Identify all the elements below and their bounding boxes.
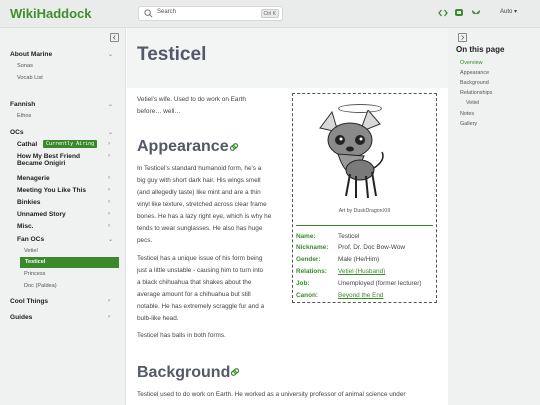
infobox-divider [296,225,433,226]
toc-item-appearance[interactable]: Appearance [460,70,489,76]
sidebar-item-vetiel[interactable]: Vetiel [24,248,38,254]
toc-item-background[interactable]: Background [460,80,489,86]
chevron-right-icon [461,35,465,40]
search-shortcut: Ctrl K [260,9,279,18]
search-icon [144,9,153,18]
chevron-down-icon[interactable]: ⌄ [108,236,113,243]
sidebar-item-ethos[interactable]: Ethos [17,113,31,119]
chevron-right-icon[interactable]: › [108,314,110,320]
sidebar-item-doc[interactable]: Doc (Paldea) [24,283,57,289]
sidebar-item-fannish[interactable]: Fannish [10,101,35,108]
infobox-value: Male (He/Him) [338,256,380,263]
sidebar-item-princess[interactable]: Princess [24,271,45,277]
toc-item-notes[interactable]: Notes [460,111,474,117]
form-paragraph: Testicel has a unique issue of his form … [137,255,265,322]
sidebar-item-best-friend[interactable]: How My Best Friend Became Onigiri [17,153,80,167]
sidebar-item-cool-things[interactable]: Cool Things [10,298,48,305]
top-bar: WikiHaddock Search Ctrl K Auto ▾ [0,0,540,28]
sidebar-item-fan-ocs[interactable]: Fan OCs [17,236,44,243]
sidebar-item-binkies[interactable]: Binkies [17,199,40,206]
search-placeholder: Search [157,9,177,15]
sidebar-item-meeting-you[interactable]: Meeting You Like This [17,187,86,194]
chevron-right-icon[interactable]: › [108,141,110,147]
chevron-right-icon[interactable]: › [108,153,110,159]
site-logo[interactable]: WikiHaddock [10,6,92,21]
code-icon[interactable] [438,8,448,18]
chevron-right-icon[interactable]: › [108,298,110,304]
chevron-right-icon[interactable]: › [108,211,110,217]
vetiel-link[interactable]: Vetiel (Husband) [338,268,385,275]
intro-paragraph: Vetiel’s wife. Used to do work on Earth b… [137,96,246,115]
infobox-key: Canon: [296,292,319,299]
chevron-left-icon [112,35,116,40]
toc-item-relationships[interactable]: Relationships [460,90,492,96]
toc-collapse-button[interactable] [458,33,467,42]
canon-link[interactable]: Beyond the End [338,292,383,299]
toc-item-vetiel[interactable]: Vetiel [466,100,479,106]
sidebar-item-vocab-list[interactable]: Vocab List [17,75,43,81]
sidebar-item-menagerie[interactable]: Menagerie [17,175,50,182]
sidebar-collapse-button[interactable] [110,33,119,42]
search-input[interactable]: Search Ctrl K [138,6,283,21]
bluesky-icon[interactable] [471,8,481,18]
status-badge: Currently Airing [43,140,98,148]
sidebar-item-cathal[interactable]: Cathal [17,141,37,148]
mastodon-icon[interactable] [454,8,464,18]
sidebar-item-guides[interactable]: Guides [10,314,32,321]
toc-item-overview[interactable]: Overview [460,60,482,66]
theme-toggle[interactable]: Auto ▾ [500,8,517,15]
appearance-paragraph: In Testicel’s standard humanoid form, he… [137,165,272,244]
appearance-heading: Appearance [137,138,229,155]
infobox-key: Name: [296,233,316,240]
toc-item-gallery[interactable]: Gallery [460,121,477,127]
chevron-right-icon[interactable]: › [108,187,110,193]
sidebar-item-misc[interactable]: Misc. [17,223,34,230]
anchor-link-icon[interactable] [230,367,240,377]
balls-paragraph: Testicel has balls in both forms. [137,332,226,339]
sidebar-item-testicel[interactable]: Testicel [20,257,119,268]
image-caption: Art by DuskDragonXIII [338,208,391,214]
chevron-down-icon[interactable]: ⌄ [108,101,113,108]
chihuahua-illustration[interactable] [310,110,390,202]
infobox-key: Nickname: [296,244,329,251]
chevron-right-icon[interactable]: › [108,175,110,181]
chevron-right-icon[interactable]: › [108,223,110,229]
chevron-right-icon[interactable]: › [108,199,110,205]
infobox-key: Job: [296,280,310,287]
sidebar-item-about-marine[interactable]: About Marine [10,51,52,58]
toc-heading: On this page [456,45,505,54]
infobox-key: Gender: [296,256,321,263]
sidebar-item-ocs[interactable]: OCs [10,129,24,136]
anchor-link-icon[interactable] [229,142,239,152]
page-title: Testicel [137,44,207,65]
background-heading: Background [137,364,231,381]
infobox-value: Unemployed (former lecturer) [338,280,422,287]
sidebar-item-unnamed-story[interactable]: Unnamed Story [17,211,66,218]
chevron-down-icon[interactable]: ⌄ [108,51,113,58]
background-paragraph: Testicel used to do work on Earth. He wo… [137,391,406,398]
infobox-key: Relations: [296,268,327,275]
chevron-down-icon[interactable]: ⌄ [108,129,113,136]
infobox-value: Prof. Dr. Doc Bow-Wow [338,244,405,251]
infobox-value: Testicel [338,233,360,240]
sidebar-item-sonas[interactable]: Sonas [17,63,33,69]
